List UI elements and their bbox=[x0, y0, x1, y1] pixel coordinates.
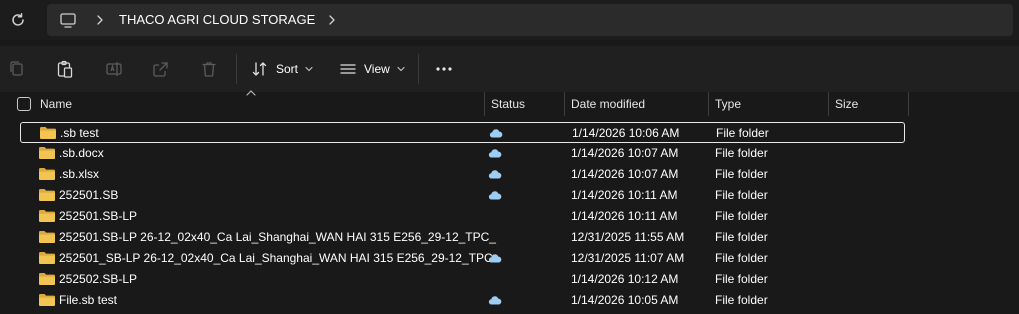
cloud-status-icon bbox=[488, 170, 502, 179]
file-row[interactable]: .sb test 1/14/2026 10:06 AM File folder bbox=[20, 122, 905, 143]
command-bar: Sort View bbox=[0, 46, 1019, 92]
folder-icon bbox=[39, 273, 55, 285]
file-name: File.sb test bbox=[59, 293, 118, 307]
folder-icon bbox=[40, 127, 56, 139]
column-header: Name Status Date modified Type Size bbox=[0, 90, 1019, 116]
sort-ascending-icon bbox=[246, 90, 256, 96]
file-name: 252501.SB-LP 26-12_02x40_Ca Lai_Shanghai… bbox=[59, 230, 496, 244]
file-row[interactable]: 252501.SB-LP 26-12_02x40_Ca Lai_Shanghai… bbox=[20, 227, 905, 248]
more-options-icon[interactable] bbox=[434, 59, 454, 79]
file-name: 252501.SB bbox=[59, 188, 119, 202]
column-divider[interactable] bbox=[828, 92, 829, 116]
file-type: File folder bbox=[715, 251, 768, 265]
file-type: File folder bbox=[715, 272, 768, 286]
file-type: File folder bbox=[715, 209, 768, 223]
view-button-label: View bbox=[364, 62, 390, 76]
column-divider[interactable] bbox=[484, 92, 485, 116]
address-bar-area: THACO AGRI CLOUD STORAGE bbox=[0, 0, 1019, 40]
file-date-modified: 1/14/2026 10:07 AM bbox=[571, 146, 679, 160]
delete-icon[interactable] bbox=[199, 59, 219, 79]
toolbar-separator bbox=[418, 54, 419, 84]
folder-icon bbox=[39, 294, 55, 306]
paste-icon[interactable] bbox=[55, 59, 75, 79]
cloud-status-icon bbox=[488, 254, 502, 263]
view-icon bbox=[340, 64, 356, 74]
file-type: File folder bbox=[715, 167, 768, 181]
column-name-header[interactable]: Name bbox=[40, 97, 72, 111]
breadcrumb-chevron-icon[interactable] bbox=[93, 13, 107, 27]
file-name: 252502.SB-LP bbox=[59, 272, 138, 286]
file-date-modified: 12/31/2025 11:07 AM bbox=[571, 251, 685, 265]
file-name: .sb test bbox=[60, 126, 99, 140]
column-divider[interactable] bbox=[564, 92, 565, 116]
rename-icon[interactable] bbox=[104, 59, 124, 79]
file-name: 252501.SB-LP bbox=[59, 209, 138, 223]
folder-icon bbox=[39, 210, 55, 222]
file-type: File folder bbox=[716, 126, 769, 140]
file-type: File folder bbox=[715, 293, 768, 307]
cloud-status-icon bbox=[488, 296, 502, 305]
breadcrumb-item[interactable]: THACO AGRI CLOUD STORAGE bbox=[119, 12, 315, 27]
copy-icon[interactable] bbox=[7, 59, 27, 79]
sort-button-label: Sort bbox=[276, 62, 299, 76]
file-type: File folder bbox=[715, 188, 768, 202]
cloud-status-icon bbox=[488, 149, 502, 158]
file-row[interactable]: .sb.docx 1/14/2026 10:07 AM File folder bbox=[20, 143, 905, 164]
chevron-down-icon bbox=[397, 66, 405, 72]
folder-icon bbox=[39, 168, 55, 180]
file-name: .sb.xlsx bbox=[59, 167, 100, 181]
file-name: .sb.docx bbox=[59, 146, 104, 160]
cloud-status-icon bbox=[489, 129, 503, 138]
file-date-modified: 1/14/2026 10:06 AM bbox=[572, 126, 680, 140]
column-divider[interactable] bbox=[908, 92, 909, 116]
column-status-header[interactable]: Status bbox=[491, 97, 525, 111]
select-all-checkbox[interactable] bbox=[17, 97, 31, 111]
folder-icon bbox=[39, 231, 55, 243]
folder-icon bbox=[39, 147, 55, 159]
column-type-header[interactable]: Type bbox=[715, 97, 741, 111]
column-divider[interactable] bbox=[708, 92, 709, 116]
sort-icon bbox=[252, 62, 267, 76]
view-button[interactable]: View bbox=[339, 56, 405, 82]
toolbar-separator bbox=[236, 54, 237, 84]
file-date-modified: 1/14/2026 10:05 AM bbox=[571, 293, 679, 307]
folder-icon bbox=[39, 189, 55, 201]
file-type: File folder bbox=[715, 230, 768, 244]
sort-button[interactable]: Sort bbox=[251, 56, 313, 82]
file-row[interactable]: 252501.SB 1/14/2026 10:11 AM File folder bbox=[20, 185, 905, 206]
cloud-status-icon bbox=[488, 191, 502, 200]
file-row[interactable]: 252501_SB-LP 26-12_02x40_Ca Lai_Shanghai… bbox=[20, 248, 905, 269]
this-pc-icon bbox=[60, 13, 76, 28]
column-date-modified-header[interactable]: Date modified bbox=[571, 97, 645, 111]
folder-icon bbox=[39, 252, 55, 264]
breadcrumb-chevron-icon[interactable] bbox=[325, 13, 339, 27]
file-row[interactable]: .sb.xlsx 1/14/2026 10:07 AM File folder bbox=[20, 164, 905, 185]
file-row[interactable]: 252502.SB-LP 1/14/2026 10:12 AM File fol… bbox=[20, 269, 905, 290]
file-date-modified: 1/14/2026 10:11 AM bbox=[571, 209, 678, 223]
file-date-modified: 1/14/2026 10:11 AM bbox=[571, 188, 678, 202]
address-bar[interactable]: THACO AGRI CLOUD STORAGE bbox=[47, 4, 1013, 36]
share-icon[interactable] bbox=[151, 59, 171, 79]
file-row[interactable]: File.sb test 1/14/2026 10:05 AM File fol… bbox=[20, 290, 905, 311]
chevron-down-icon bbox=[305, 66, 313, 72]
file-date-modified: 1/14/2026 10:07 AM bbox=[571, 167, 679, 181]
file-date-modified: 1/14/2026 10:12 AM bbox=[571, 272, 679, 286]
file-type: File folder bbox=[715, 146, 768, 160]
file-row[interactable]: 252501.SB-LP 1/14/2026 10:11 AM File fol… bbox=[20, 206, 905, 227]
column-size-header[interactable]: Size bbox=[835, 97, 858, 111]
file-date-modified: 12/31/2025 11:55 AM bbox=[571, 230, 685, 244]
file-name: 252501_SB-LP 26-12_02x40_Ca Lai_Shanghai… bbox=[59, 251, 493, 265]
refresh-icon[interactable] bbox=[8, 10, 28, 30]
